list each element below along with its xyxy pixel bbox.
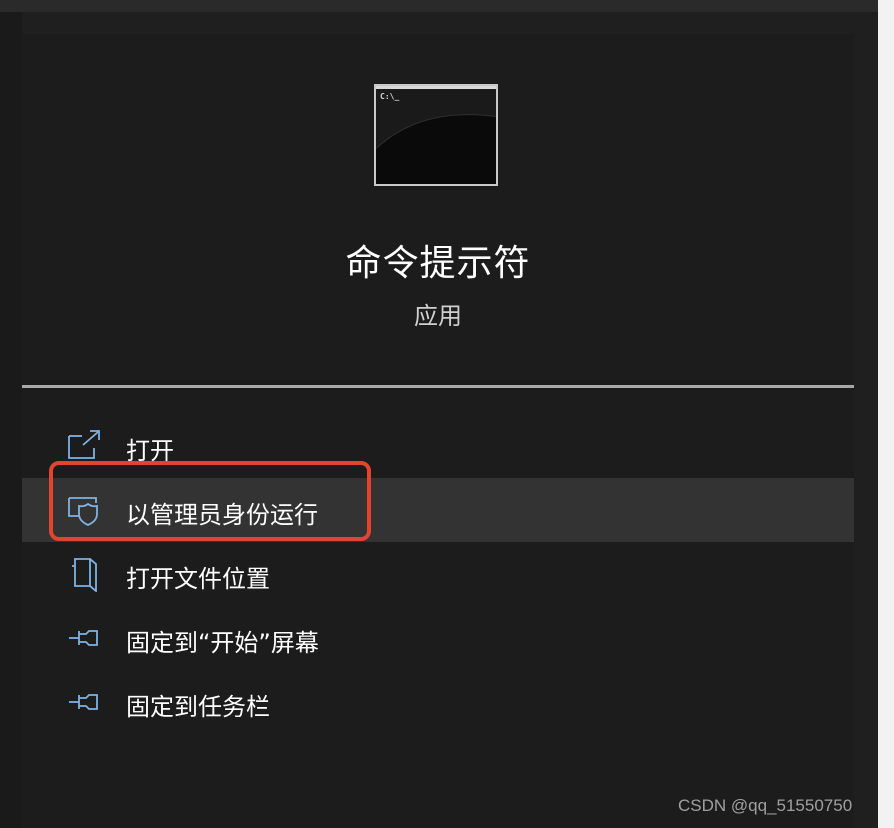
open-external-icon [68, 430, 100, 459]
prompt-text: C:\_ [380, 92, 400, 101]
menu-item-open-file-location[interactable]: 打开文件位置 [22, 542, 854, 606]
menu-item-run-as-admin[interactable]: 以管理员身份运行 [22, 478, 854, 542]
menu-item-pin-to-taskbar[interactable]: 固定到任务栏 [22, 670, 854, 734]
start-menu-app-panel: C:\_ 命令提示符 应用 打开 以管理员身份运行 打开文件位置 固定到“开始”… [22, 34, 854, 828]
pin-icon [69, 630, 98, 646]
window-edge [878, 0, 894, 828]
command-prompt-icon: C:\_ [374, 84, 498, 186]
divider [22, 385, 854, 388]
pin-icon [69, 694, 98, 710]
left-gutter [0, 12, 22, 828]
menu-item-pin-to-start[interactable]: 固定到“开始”屏幕 [22, 606, 854, 670]
top-strip [0, 0, 894, 12]
menu-item-label: 以管理员身份运行 [126, 501, 318, 529]
file-location-icon [72, 558, 97, 592]
menu-item-label: 打开 [126, 437, 174, 465]
app-title: 命令提示符 [345, 243, 531, 284]
app-type-label: 应用 [414, 302, 462, 330]
menu-item-label: 固定到“开始”屏幕 [126, 629, 319, 657]
shield-admin-icon [68, 497, 98, 526]
menu-item-open[interactable]: 打开 [22, 414, 854, 478]
watermark: CSDN @qq_51550750 [678, 796, 853, 815]
menu-item-label: 打开文件位置 [126, 565, 270, 593]
menu-item-label: 固定到任务栏 [126, 693, 270, 721]
